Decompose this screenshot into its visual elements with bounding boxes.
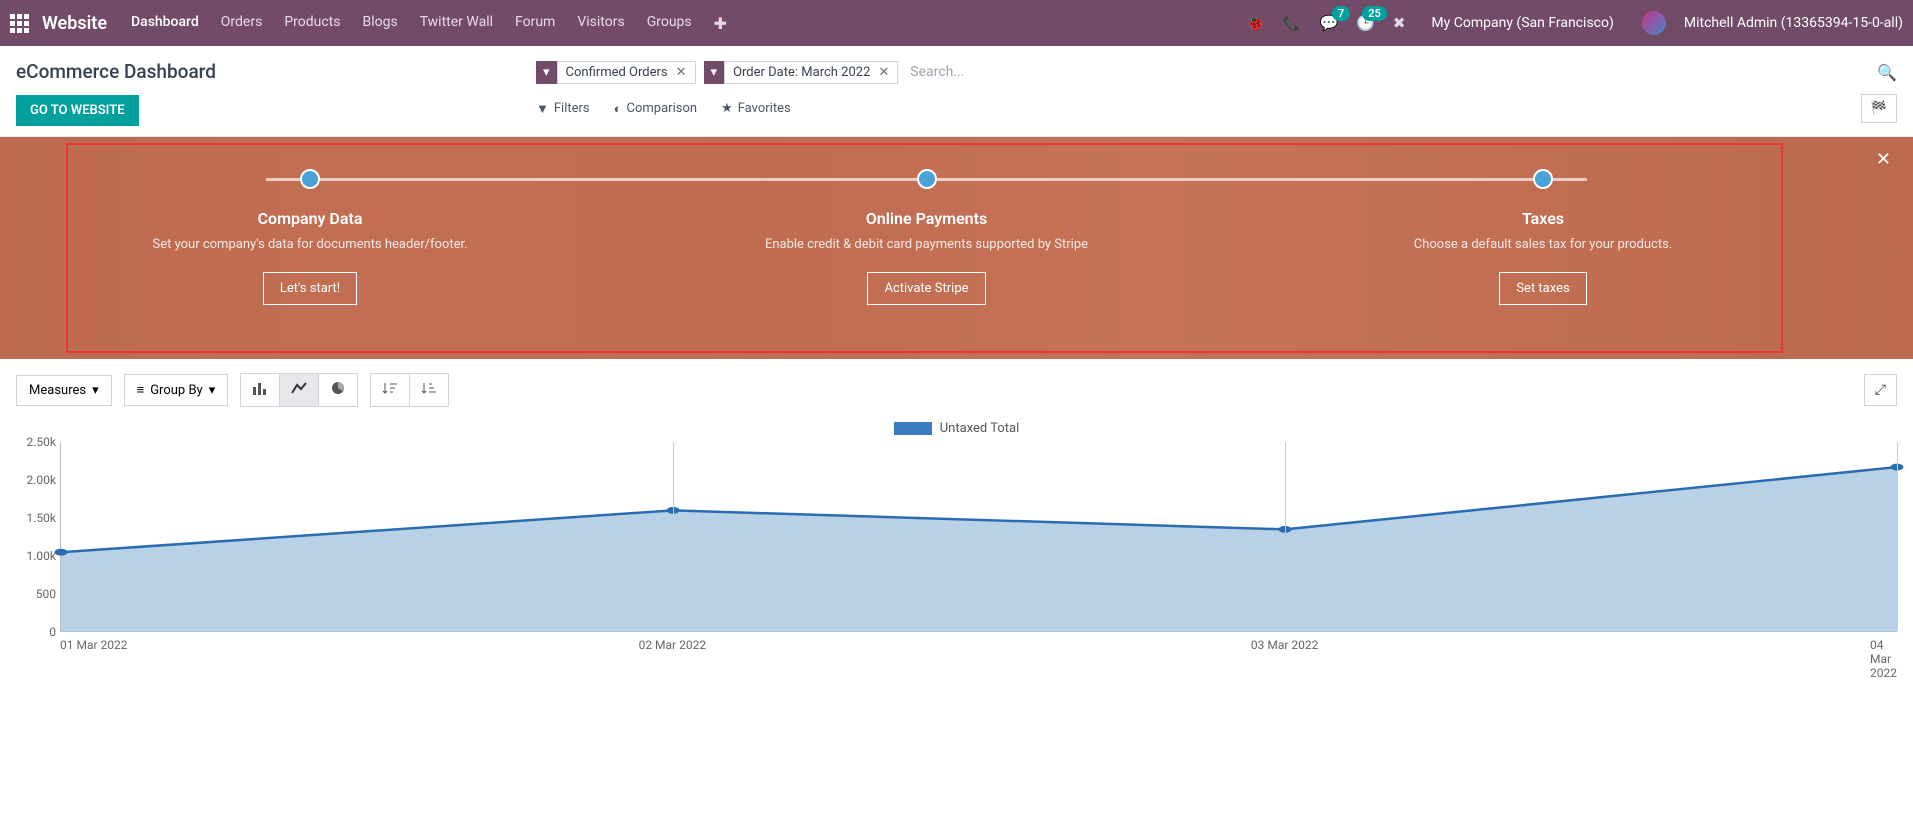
legend-label: Untaxed Total bbox=[940, 421, 1019, 436]
company-switcher[interactable]: My Company (San Francisco) bbox=[1431, 15, 1613, 31]
nav-orders[interactable]: Orders bbox=[221, 14, 263, 33]
messages-icon[interactable]: 💬7 bbox=[1319, 14, 1338, 32]
expand-icon[interactable]: ⤢ bbox=[1864, 374, 1897, 406]
nav-twitter-wall[interactable]: Twitter Wall bbox=[420, 14, 493, 33]
filter-icon: ▾ bbox=[536, 61, 557, 84]
activities-badge: 25 bbox=[1362, 6, 1387, 21]
chart-container: Untaxed Total 05001.00k1.50k2.00k2.50k 0… bbox=[0, 421, 1913, 658]
search-input[interactable] bbox=[906, 60, 1869, 84]
topbar: Website Dashboard Orders Products Blogs … bbox=[0, 0, 1913, 46]
go-to-website-button[interactable]: GO TO WEBSITE bbox=[16, 95, 139, 126]
avatar[interactable] bbox=[1642, 11, 1666, 35]
bug-icon[interactable]: 🐞 bbox=[1246, 14, 1265, 32]
lets-start-button[interactable]: Let's start! bbox=[263, 272, 357, 305]
nav-add-icon[interactable]: ✚ bbox=[714, 14, 727, 33]
filter-icon: ▾ bbox=[704, 61, 725, 84]
user-name[interactable]: Mitchell Admin (13365394-15-0-all) bbox=[1684, 15, 1903, 31]
funnel-icon: ▼ bbox=[536, 101, 549, 117]
step-desc: Set your company's data for documents he… bbox=[140, 236, 480, 254]
groupby-button[interactable]: ≡Group By▾ bbox=[124, 374, 229, 406]
step-dot bbox=[917, 169, 937, 189]
messages-badge: 7 bbox=[1332, 6, 1350, 21]
onboard-step-payments: Online Payments Enable credit & debit ca… bbox=[757, 169, 1097, 305]
nav-groups[interactable]: Groups bbox=[647, 14, 692, 33]
brand[interactable]: Website bbox=[42, 13, 107, 34]
pie-chart-icon[interactable] bbox=[319, 374, 357, 406]
list-icon: ≡ bbox=[137, 382, 145, 398]
systray: 🐞 📞 💬7 🕒25 ✖ My Company (San Francisco) … bbox=[1246, 11, 1903, 35]
nav-dashboard[interactable]: Dashboard bbox=[131, 14, 199, 33]
step-desc: Choose a default sales tax for your prod… bbox=[1373, 236, 1713, 254]
legend-swatch bbox=[894, 422, 932, 435]
facet-label: Confirmed Orders bbox=[566, 65, 668, 80]
nav-blogs[interactable]: Blogs bbox=[362, 14, 397, 33]
step-title: Company Data bbox=[140, 209, 480, 228]
contrast-icon: ◐ bbox=[614, 101, 622, 117]
line-chart-icon[interactable] bbox=[280, 374, 319, 406]
step-title: Taxes bbox=[1373, 209, 1713, 228]
plot-area bbox=[60, 442, 1897, 632]
graph-controls: Measures▾ ≡Group By▾ ⤢ bbox=[0, 359, 1913, 421]
facet-label: Order Date: March 2022 bbox=[733, 65, 870, 80]
bar-chart-icon[interactable] bbox=[241, 374, 280, 406]
facet-confirmed-orders: ▾ Confirmed Orders ✕ bbox=[536, 61, 696, 84]
step-title: Online Payments bbox=[757, 209, 1097, 228]
activate-stripe-button[interactable]: Activate Stripe bbox=[867, 272, 985, 305]
facet-remove-icon[interactable]: ✕ bbox=[676, 65, 687, 80]
caret-down-icon: ▾ bbox=[92, 383, 99, 398]
nav-products[interactable]: Products bbox=[284, 14, 340, 33]
facet-order-date: ▾ Order Date: March 2022 ✕ bbox=[704, 61, 899, 84]
nav-visitors[interactable]: Visitors bbox=[577, 14, 624, 33]
onboard-step-company: Company Data Set your company's data for… bbox=[140, 169, 480, 305]
search-icon[interactable]: 🔍 bbox=[1877, 63, 1897, 82]
step-dot bbox=[1533, 169, 1553, 189]
main-nav: Dashboard Orders Products Blogs Twitter … bbox=[131, 14, 727, 33]
favorites-menu[interactable]: ★Favorites bbox=[721, 101, 791, 116]
activities-icon[interactable]: 🕒25 bbox=[1356, 14, 1375, 32]
phone-icon[interactable]: 📞 bbox=[1283, 14, 1302, 32]
control-panel: eCommerce Dashboard GO TO WEBSITE ▾ Conf… bbox=[0, 46, 1913, 137]
facet-remove-icon[interactable]: ✕ bbox=[878, 65, 889, 80]
step-desc: Enable credit & debit card payments supp… bbox=[757, 236, 1097, 254]
tools-icon[interactable]: ✖ bbox=[1393, 14, 1406, 32]
measures-button[interactable]: Measures▾ bbox=[16, 375, 112, 406]
apps-icon[interactable] bbox=[10, 14, 32, 33]
sort-group bbox=[370, 373, 449, 407]
sort-desc-icon[interactable] bbox=[371, 374, 410, 406]
legend: Untaxed Total bbox=[16, 421, 1897, 436]
area-chart-svg bbox=[61, 442, 1897, 632]
caret-down-icon: ▾ bbox=[209, 383, 216, 398]
sort-asc-icon[interactable] bbox=[410, 374, 448, 406]
page-title: eCommerce Dashboard bbox=[16, 60, 536, 83]
onboarding-banner: ✕ Company Data Set your company's data f… bbox=[0, 137, 1913, 359]
filters-menu[interactable]: ▼Filters bbox=[536, 101, 590, 117]
nav-forum[interactable]: Forum bbox=[515, 14, 555, 33]
comparison-menu[interactable]: ◐Comparison bbox=[614, 101, 697, 117]
onboard-step-taxes: Taxes Choose a default sales tax for you… bbox=[1373, 169, 1713, 305]
set-taxes-button[interactable]: Set taxes bbox=[1499, 272, 1586, 305]
chart: 05001.00k1.50k2.00k2.50k 01 Mar 202202 M… bbox=[60, 442, 1897, 658]
y-axis: 05001.00k1.50k2.00k2.50k bbox=[16, 442, 56, 632]
step-dot bbox=[300, 169, 320, 189]
star-icon: ★ bbox=[721, 101, 733, 116]
close-icon[interactable]: ✕ bbox=[1876, 149, 1891, 170]
dashboard-icon[interactable]: 🏁 bbox=[1861, 94, 1897, 123]
chart-type-group bbox=[240, 373, 358, 407]
